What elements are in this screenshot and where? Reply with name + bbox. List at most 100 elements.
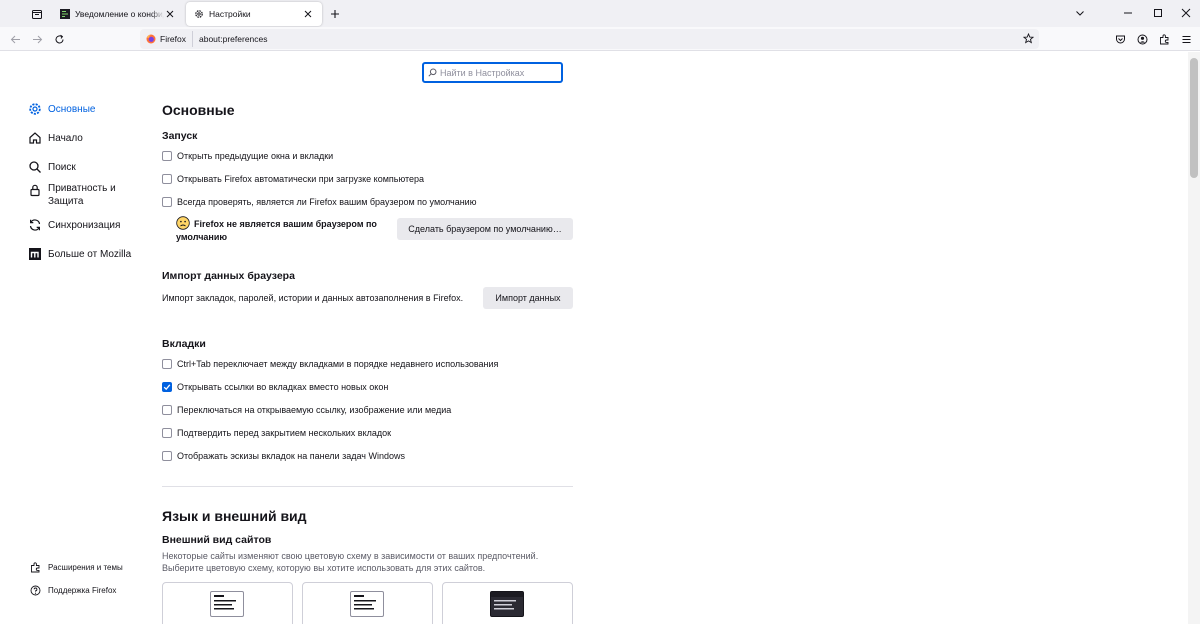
new-tab-button[interactable] [326, 5, 344, 23]
default-browser-note: Firefox не является вашим браузером по у… [176, 219, 377, 242]
checkbox[interactable] [162, 428, 172, 438]
extensions-button[interactable] [1155, 30, 1173, 48]
import-data-button[interactable]: Импорт данных [483, 287, 573, 309]
tabs-option-switch-to-opened[interactable]: Переключаться на открываемую ссылку, изо… [162, 405, 451, 415]
list-all-tabs-button[interactable] [1069, 3, 1091, 23]
website-appearance-heading: Внешний вид сайтов [162, 534, 272, 546]
sidebar-item-more-from-mozilla[interactable]: Больше от Mozilla [28, 247, 131, 261]
startup-option-restore-session[interactable]: Открыть предыдущие окна и вкладки [162, 151, 333, 161]
account-icon [1137, 34, 1147, 44]
bookmark-star-icon[interactable] [1022, 32, 1035, 45]
home-icon [28, 131, 42, 145]
identity-box[interactable]: Firefox [140, 31, 193, 47]
checkbox[interactable] [162, 151, 172, 161]
checkbox[interactable] [162, 451, 172, 461]
extensions-themes-link[interactable]: Расширения и темы [30, 562, 123, 573]
tab-strip: Уведомление о конфиденциальности Настрой… [0, 0, 1200, 27]
checkbox-label: Открыть предыдущие окна и вкладки [177, 151, 334, 161]
close-tab-icon[interactable] [302, 8, 314, 20]
tabs-option-ctrl-tab[interactable]: Ctrl+Tab переключает между вкладками в п… [162, 359, 498, 369]
sidebar-item-label: Начало [48, 132, 83, 144]
puzzle-icon [1159, 33, 1168, 44]
language-appearance-title: Язык и внешний вид [162, 508, 307, 524]
theme-card-light[interactable] [302, 582, 433, 624]
checkbox-label: Отображать эскизы вкладок на панели зада… [177, 451, 405, 461]
checkbox-checked[interactable] [162, 382, 172, 392]
checkbox-label: Открывать ссылки во вкладках вместо новы… [177, 382, 389, 392]
pocket-button[interactable] [1111, 30, 1129, 48]
chevron-down-icon [1076, 11, 1084, 16]
plus-icon [331, 10, 339, 18]
tab-label: Уведомление о конфиденциальности [75, 9, 164, 19]
startup-option-autostart[interactable]: Открывать Firefox автоматически при загр… [162, 174, 424, 184]
mozilla-icon [28, 247, 42, 261]
hamburger-menu-icon [1182, 35, 1190, 43]
theme-preview-light [350, 591, 384, 617]
theme-card-automatic[interactable] [162, 582, 293, 624]
gear-icon [28, 102, 42, 116]
reload-button[interactable] [50, 30, 68, 48]
search-icon [28, 160, 42, 174]
firefox-view-button[interactable] [26, 4, 48, 23]
sidebar-item-privacy[interactable]: Приватность и Защита [28, 182, 116, 208]
forward-arrow-icon [32, 35, 42, 43]
search-icon [428, 68, 437, 77]
close-window-button[interactable] [1175, 3, 1197, 23]
startup-heading: Запуск [162, 130, 198, 142]
sidebar-item-label-line1: Приватность и [48, 183, 116, 194]
sidebar-item-label: Основные [48, 103, 96, 115]
tabs-heading: Вкладки [162, 338, 206, 350]
privacy-notice-favicon [60, 9, 70, 19]
page-scrollbar[interactable] [1188, 52, 1200, 624]
firefox-logo-icon [146, 34, 156, 44]
account-button[interactable] [1133, 30, 1151, 48]
app-menu-button[interactable] [1177, 30, 1195, 48]
checkbox-label: Открывать Firefox автоматически при загр… [177, 174, 425, 184]
footer-link-label: Поддержка Firefox [48, 586, 117, 595]
firefox-support-link[interactable]: Поддержка Firefox [30, 585, 116, 596]
help-icon [30, 585, 41, 596]
identity-label: Firefox [160, 34, 186, 44]
checkmark-icon [163, 384, 171, 391]
close-tab-icon[interactable] [164, 8, 176, 20]
url-text[interactable]: about:preferences [199, 34, 268, 44]
startup-option-check-default[interactable]: Всегда проверять, является ли Firefox ва… [162, 197, 476, 207]
close-icon [1181, 8, 1191, 18]
firefox-view-icon [32, 9, 42, 19]
settings-search-box[interactable] [422, 62, 563, 83]
minimize-button[interactable] [1117, 3, 1139, 23]
checkbox[interactable] [162, 174, 172, 184]
checkbox-label: Ctrl+Tab переключает между вкладками в п… [177, 359, 499, 369]
make-default-button[interactable]: Сделать браузером по умолчанию… [397, 218, 573, 240]
sidebar-item-search[interactable]: Поиск [28, 160, 76, 174]
theme-card-dark[interactable] [442, 582, 573, 624]
navigation-toolbar: Firefox about:preferences [0, 27, 1200, 51]
checkbox[interactable] [162, 405, 172, 415]
search-input[interactable] [440, 67, 560, 78]
checkbox-label: Подтвердить перед закрытием нескольких в… [177, 428, 392, 438]
tabs-option-confirm-close[interactable]: Подтвердить перед закрытием нескольких в… [162, 428, 391, 438]
back-button[interactable] [6, 30, 24, 48]
sidebar-item-general[interactable]: Основные [28, 102, 95, 116]
import-heading: Импорт данных браузера [162, 270, 295, 282]
theme-preview-dark [490, 591, 524, 617]
url-bar[interactable]: Firefox about:preferences [140, 29, 1039, 49]
minimize-icon [1124, 12, 1132, 14]
sidebar-item-home[interactable]: Начало [28, 131, 83, 145]
sidebar-item-label: Синхронизация [48, 219, 121, 231]
section-divider [162, 486, 573, 487]
tabs-option-open-links-in-tabs[interactable]: Открывать ссылки во вкладках вместо новы… [162, 382, 388, 392]
appearance-description-2: Выберите цветовую схему, которую вы хоти… [162, 563, 486, 573]
checkbox[interactable] [162, 359, 172, 369]
sidebar-item-sync[interactable]: Синхронизация [28, 218, 120, 232]
maximize-icon [1154, 9, 1162, 17]
forward-button[interactable] [28, 30, 46, 48]
preferences-page: Основные Начало Поиск Приватность и Защит… [0, 52, 1188, 624]
tabs-option-taskbar-previews[interactable]: Отображать эскизы вкладок на панели зада… [162, 451, 405, 461]
maximize-button[interactable] [1147, 3, 1169, 23]
tab-settings[interactable]: Настройки [186, 2, 322, 26]
page-title: Основные [162, 102, 235, 118]
checkbox[interactable] [162, 197, 172, 207]
scrollbar-thumb[interactable] [1190, 58, 1198, 178]
tab-privacy-notice[interactable]: Уведомление о конфиденциальности [52, 2, 184, 26]
